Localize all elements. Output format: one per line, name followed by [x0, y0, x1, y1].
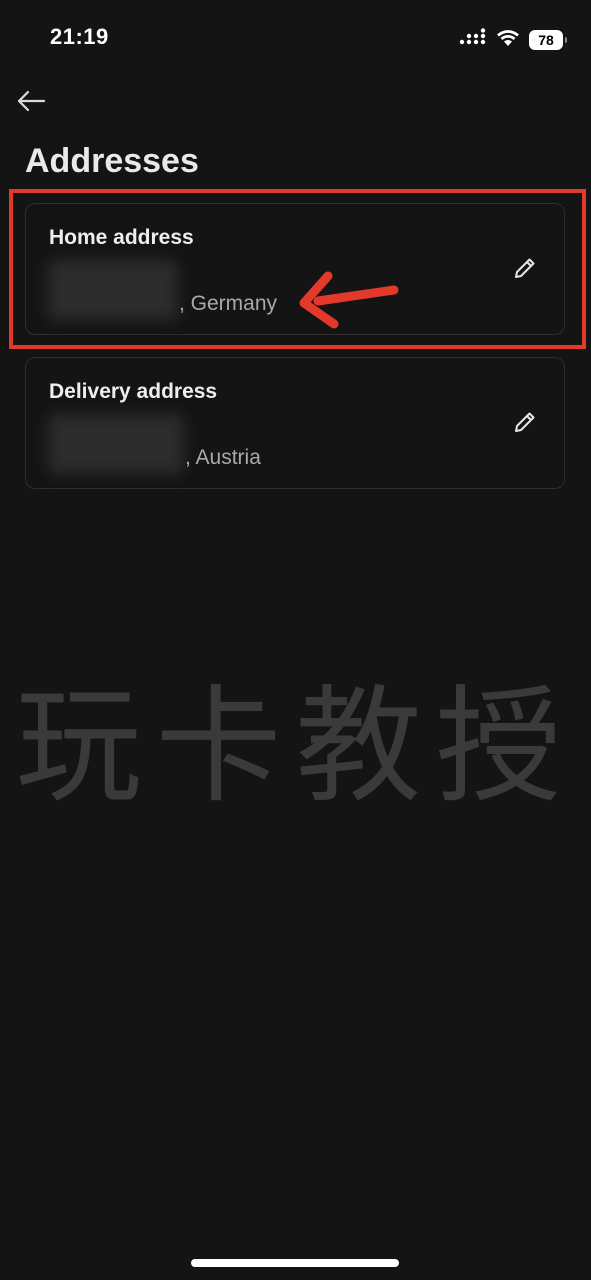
edit-home-address-button[interactable] — [510, 255, 540, 285]
delivery-address-card[interactable]: Delivery address , Austria — [25, 357, 565, 489]
status-bar: 21:19 78 — [0, 0, 591, 74]
delivery-address-label: Delivery address — [49, 380, 218, 403]
home-address-card[interactable]: Home address , Germany — [25, 203, 565, 335]
edit-delivery-address-button[interactable] — [510, 409, 540, 439]
status-time: 21:19 — [50, 24, 109, 49]
back-button[interactable] — [14, 86, 48, 120]
redacted-address-lines — [48, 414, 184, 474]
page-title: Addresses — [25, 142, 199, 180]
pencil-icon — [512, 409, 538, 440]
battery-icon: 78 — [529, 29, 567, 50]
home-address-country: , Germany — [179, 292, 278, 315]
home-indicator[interactable] — [191, 1259, 399, 1267]
pencil-icon — [512, 255, 538, 286]
cellular-signal-icon — [459, 28, 487, 51]
home-address-label: Home address — [49, 226, 194, 249]
arrow-left-icon — [15, 89, 47, 118]
status-icons: 78 — [459, 27, 567, 52]
redacted-address-lines — [48, 260, 178, 320]
delivery-address-country: , Austria — [185, 446, 261, 469]
watermark: 玩卡教授 — [15, 673, 576, 820]
wifi-icon — [495, 27, 521, 52]
